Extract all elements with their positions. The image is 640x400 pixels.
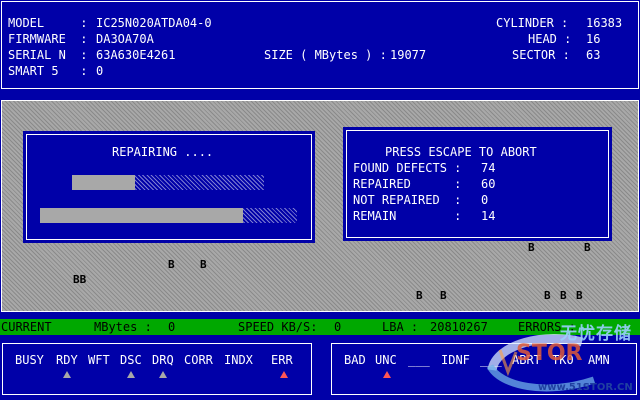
flag-busy: BUSY [15,353,44,367]
bad-block-marker: B [416,289,423,302]
cylinder-value: 16383 [586,16,623,30]
head-value: 16 [586,32,601,46]
flag-drq: DRQ [152,353,174,367]
head-label: HEAD : [528,32,572,46]
bad-block-marker: B [200,258,207,271]
not-repaired-label: NOT REPAIRED : [353,193,462,207]
repair-progress-bar-bottom [40,208,297,223]
bad-block-marker: BB [73,273,87,286]
flag-err: ERR [271,353,293,367]
firmware-value: DA3OA70A [96,32,154,46]
flag-unc: UNC [375,353,397,367]
model-label: MODEL : [8,16,88,30]
status-register-panel: BUSY RDY WFT DSC DRQ CORR INDX ERR [2,343,312,395]
watermark-chinese-text: 无忧存储 [560,324,632,344]
remain-label: REMAIN : [353,209,462,223]
bad-block-marker: B [584,241,591,254]
flag-idnf: IDNF [441,353,470,367]
flag-indx: INDX [224,353,253,367]
watermark-url: www.51STOR.CN [538,382,633,393]
cylinder-label: CYLINDER : [496,16,569,30]
repaired-label: REPAIRED : [353,177,462,191]
flag-rdy-indicator [63,371,71,378]
flag-wft: WFT [88,353,110,367]
size-label: SIZE ( MBytes ) : [264,48,387,62]
flag-blank-1: ___ [408,353,430,367]
serial-label: SERIAL N : [8,48,88,62]
watermark-logo-text: STOR [516,341,583,366]
lba-label: LBA : [382,320,419,334]
flag-rdy: RDY [56,353,78,367]
size-value: 19077 [390,48,427,62]
firmware-label: FIRMWARE : [8,32,88,46]
sector-value: 63 [586,48,601,62]
flag-err-indicator [280,371,288,378]
flag-dsc: DSC [120,353,142,367]
flag-corr: CORR [184,353,213,367]
watermark: STOR 无忧存储 www.51STOR.CN [486,322,640,400]
lba-value: 20810267 [430,320,488,334]
model-value: IC25N020ATDA04-0 [96,16,212,30]
speed-label: SPEED KB/S: [238,320,318,334]
flag-dsc-indicator [127,371,135,378]
bad-block-marker: B [168,258,175,271]
mbytes-value: 0 [168,320,176,334]
current-label: CURRENT [1,320,52,334]
flag-bad: BAD [344,353,366,367]
sector-label: SECTOR : [512,48,570,62]
repaired-value: 60 [481,177,496,191]
flag-unc-indicator [383,371,391,378]
drive-info-panel: MODEL : IC25N020ATDA04-0 FIRMWARE : DA3O… [1,1,639,89]
bad-block-marker: B [440,289,447,302]
flag-drq-indicator [159,371,167,378]
bad-block-marker: B [544,289,551,302]
not-repaired-value: 0 [481,193,489,207]
serial-value: 63A630E4261 [96,48,176,62]
bad-block-marker: B [560,289,567,302]
smart-value: 0 [96,64,104,78]
bad-block-marker: B [576,289,583,302]
mbytes-label: MBytes : [94,320,152,334]
defect-summary-panel: PRESS ESCAPE TO ABORT FOUND DEFECTS : 74… [346,130,609,238]
repair-progress-fill-bottom [40,208,244,223]
repair-title: REPAIRING .... [112,145,214,159]
found-defects-value: 74 [481,161,496,175]
bad-block-marker: B [528,241,535,254]
surface-scan-area: REPAIRING .... PRESS ESCAPE TO ABORT FOU… [1,100,639,312]
escape-hint: PRESS ESCAPE TO ABORT [385,145,537,159]
repair-progress-panel: REPAIRING .... [26,134,312,240]
repair-progress-fill-top [72,175,136,190]
found-defects-label: FOUND DEFECTS : [353,161,462,175]
remain-value: 14 [481,209,496,223]
smart-label: SMART 5 : [8,64,88,78]
repair-progress-bar-top [72,175,264,190]
speed-value: 0 [334,320,342,334]
